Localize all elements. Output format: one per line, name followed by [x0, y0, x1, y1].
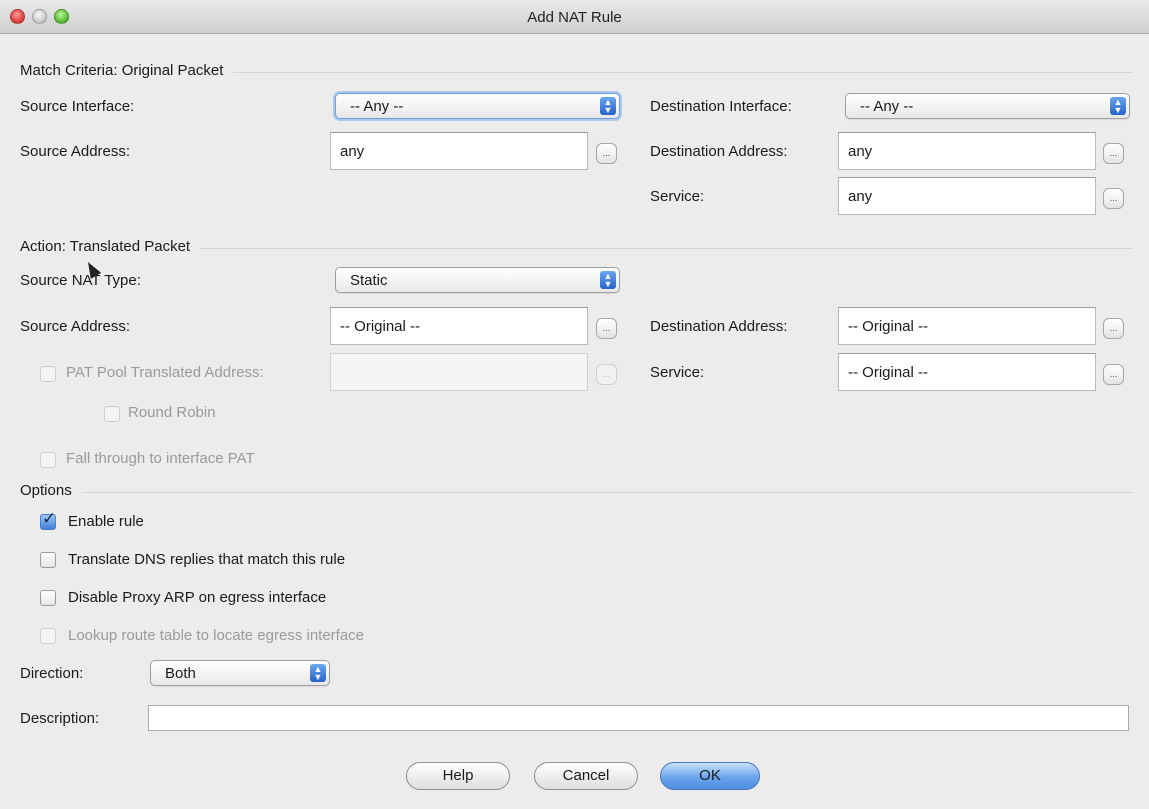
- fall-through-label: Fall through to interface PAT: [66, 450, 255, 467]
- action-service-value: -- Original --: [848, 364, 929, 381]
- pat-pool-browse-button[interactable]: ...: [596, 364, 617, 385]
- section-divider: [20, 492, 1133, 493]
- destination-interface-label: Destination Interface:: [650, 98, 792, 115]
- match-service-label: Service:: [650, 188, 705, 205]
- action-service-field[interactable]: -- Original --: [838, 353, 1096, 391]
- options-section: Options: [20, 482, 1133, 502]
- action-source-address-browse-button[interactable]: ...: [596, 318, 617, 339]
- action-destination-address-label: Destination Address:: [650, 318, 788, 335]
- action-destination-address-field[interactable]: -- Original --: [838, 307, 1096, 345]
- cancel-button[interactable]: Cancel: [534, 762, 638, 790]
- match-source-address-label: Source Address:: [20, 143, 131, 160]
- pat-pool-label: PAT Pool Translated Address:: [66, 364, 264, 381]
- action-destination-address-value: -- Original --: [848, 318, 929, 335]
- add-nat-rule-dialog: Add NAT Rule Match Criteria: Original Pa…: [0, 0, 1149, 809]
- match-service-field[interactable]: any: [838, 177, 1096, 215]
- action-source-address-label: Source Address:: [20, 318, 131, 335]
- round-robin-label: Round Robin: [128, 404, 216, 421]
- action-title: Action: Translated Packet: [20, 238, 201, 255]
- action-section: Action: Translated Packet: [20, 238, 1133, 258]
- destination-interface-value: -- Any --: [860, 98, 914, 115]
- lookup-route-checkbox[interactable]: [40, 628, 56, 644]
- disable-proxy-arp-checkbox[interactable]: [40, 590, 56, 606]
- help-button[interactable]: Help: [406, 762, 510, 790]
- match-criteria-title: Match Criteria: Original Packet: [20, 62, 234, 79]
- match-source-address-value: any: [340, 143, 365, 160]
- source-interface-label: Source Interface:: [20, 98, 135, 115]
- direction-value: Both: [165, 665, 196, 682]
- enable-rule-checkbox[interactable]: ✓: [40, 509, 56, 530]
- match-destination-address-field[interactable]: any: [838, 132, 1096, 170]
- updown-arrow-icon: ▲ ▼: [1110, 97, 1126, 115]
- action-service-label: Service:: [650, 364, 705, 381]
- match-destination-address-browse-button[interactable]: ...: [1103, 143, 1124, 164]
- direction-label: Direction:: [20, 665, 84, 682]
- updown-arrow-icon: ▲ ▼: [600, 97, 616, 115]
- pat-pool-field[interactable]: [330, 353, 588, 391]
- source-interface-select[interactable]: -- Any -- ▲ ▼: [335, 93, 620, 119]
- pat-pool-checkbox[interactable]: [40, 366, 56, 382]
- window-title: Add NAT Rule: [527, 9, 622, 26]
- options-title: Options: [20, 482, 82, 499]
- action-service-browse-button[interactable]: ...: [1103, 364, 1124, 385]
- translate-dns-label: Translate DNS replies that match this ru…: [68, 551, 346, 568]
- round-robin-checkbox[interactable]: [104, 406, 120, 422]
- match-destination-address-label: Destination Address:: [650, 143, 788, 160]
- checkmark-icon: ✓: [42, 509, 57, 528]
- description-label: Description:: [20, 710, 100, 727]
- direction-select[interactable]: Both ▲ ▼: [150, 660, 330, 686]
- enable-rule-label: Enable rule: [68, 513, 144, 530]
- description-input[interactable]: [148, 705, 1129, 731]
- ok-button[interactable]: OK: [660, 762, 760, 790]
- disable-proxy-arp-label: Disable Proxy ARP on egress interface: [68, 589, 327, 606]
- match-service-value: any: [848, 188, 873, 205]
- title-bar: Add NAT Rule: [0, 0, 1149, 34]
- translate-dns-checkbox[interactable]: [40, 552, 56, 568]
- source-nat-type-label: Source NAT Type:: [20, 272, 141, 289]
- match-destination-address-value: any: [848, 143, 873, 160]
- action-destination-address-browse-button[interactable]: ...: [1103, 318, 1124, 339]
- updown-arrow-icon: ▲ ▼: [310, 664, 326, 682]
- action-source-address-value: -- Original --: [340, 318, 421, 335]
- match-criteria-section: Match Criteria: Original Packet: [20, 62, 1133, 82]
- source-nat-type-value: Static: [350, 272, 388, 289]
- destination-interface-select[interactable]: -- Any -- ▲ ▼: [845, 93, 1130, 119]
- source-interface-value: -- Any --: [350, 98, 404, 115]
- match-source-address-field[interactable]: any: [330, 132, 588, 170]
- match-source-address-browse-button[interactable]: ...: [596, 143, 617, 164]
- fall-through-checkbox[interactable]: [40, 452, 56, 468]
- action-source-address-field[interactable]: -- Original --: [330, 307, 588, 345]
- source-nat-type-select[interactable]: Static ▲ ▼: [335, 267, 620, 293]
- updown-arrow-icon: ▲ ▼: [600, 271, 616, 289]
- lookup-route-label: Lookup route table to locate egress inte…: [68, 627, 365, 644]
- match-service-browse-button[interactable]: ...: [1103, 188, 1124, 209]
